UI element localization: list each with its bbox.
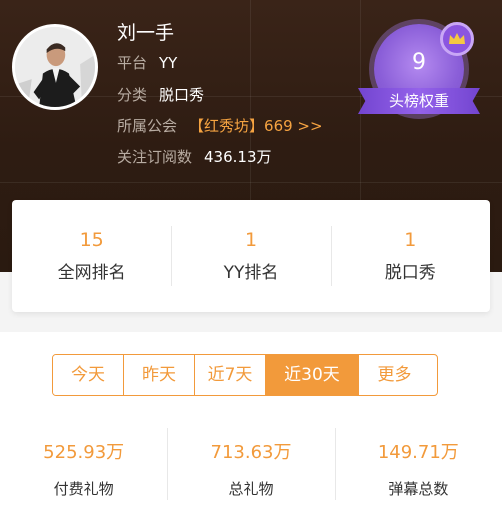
stat-paid-gifts: 525.93万 付费礼物: [0, 428, 167, 504]
tab-today[interactable]: 今天: [53, 355, 124, 395]
stat-danmaku-total: 149.71万 弹幕总数: [334, 428, 502, 504]
stat-value: 713.63万: [210, 442, 292, 463]
rank-label: YY排名: [223, 263, 279, 283]
stat-label: 总礼物: [228, 480, 274, 498]
period-tabs: 今天 昨天 近7天 近30天 更多: [52, 354, 438, 396]
header-grid-line: [0, 182, 502, 183]
avatar-image: [15, 27, 95, 107]
stats-panel: 今天 昨天 近7天 近30天 更多 525.93万 付费礼物 713.63万 总…: [0, 332, 502, 523]
followers-label: 关注订阅数: [117, 148, 193, 166]
tab-last-7-days[interactable]: 近7天: [195, 355, 266, 395]
guild-name: 【红秀坊】: [189, 117, 265, 135]
streamer-name: 刘一手: [117, 22, 175, 44]
rank-item[interactable]: 15 全网排名: [12, 226, 171, 286]
rank-value: 15: [79, 229, 104, 251]
tab-more[interactable]: 更多: [359, 355, 430, 395]
guild-label: 所属公会: [117, 117, 178, 135]
avatar[interactable]: [12, 24, 98, 110]
rank-label: 全网排名: [57, 263, 126, 283]
guild-link[interactable]: 【红秀坊】669 >>: [189, 117, 323, 135]
rank-value: 1: [244, 229, 258, 251]
stat-total-gifts: 713.63万 总礼物: [167, 428, 334, 504]
rank-label: 脱口秀: [384, 263, 436, 283]
guild-row: 所属公会 【红秀坊】669 >>: [117, 115, 323, 136]
ranking-card: 15 全网排名 1 YY排名 1 脱口秀: [12, 200, 490, 312]
followers-value: 436.13万: [204, 148, 272, 166]
badge-ribbon: 头榜权重: [358, 88, 480, 114]
rank-item[interactable]: 1 YY排名: [171, 226, 330, 286]
category-label: 分类: [117, 86, 148, 104]
stat-label: 付费礼物: [53, 480, 114, 498]
category-value: 脱口秀: [159, 86, 205, 104]
tab-yesterday[interactable]: 昨天: [124, 355, 195, 395]
rank-item[interactable]: 1 脱口秀: [330, 226, 490, 286]
stats-row: 525.93万 付费礼物 713.63万 总礼物 149.71万 弹幕总数: [0, 428, 502, 504]
stat-value: 525.93万: [43, 442, 125, 463]
rank-value: 1: [404, 229, 417, 251]
category-row: 分类 脱口秀: [117, 84, 204, 105]
stat-value: 149.71万: [377, 442, 459, 463]
stat-label: 弹幕总数: [388, 480, 449, 498]
platform-label: 平台: [117, 54, 148, 72]
tab-last-30-days[interactable]: 近30天: [266, 355, 359, 395]
crown-icon: [440, 22, 474, 56]
ranking-weight-badge[interactable]: 9 头榜权重: [358, 22, 480, 122]
platform-value: YY: [159, 54, 178, 72]
followers-row: 关注订阅数 436.13万: [117, 146, 272, 167]
guild-number: 669 >>: [264, 117, 323, 135]
platform-row: 平台 YY: [117, 52, 177, 73]
